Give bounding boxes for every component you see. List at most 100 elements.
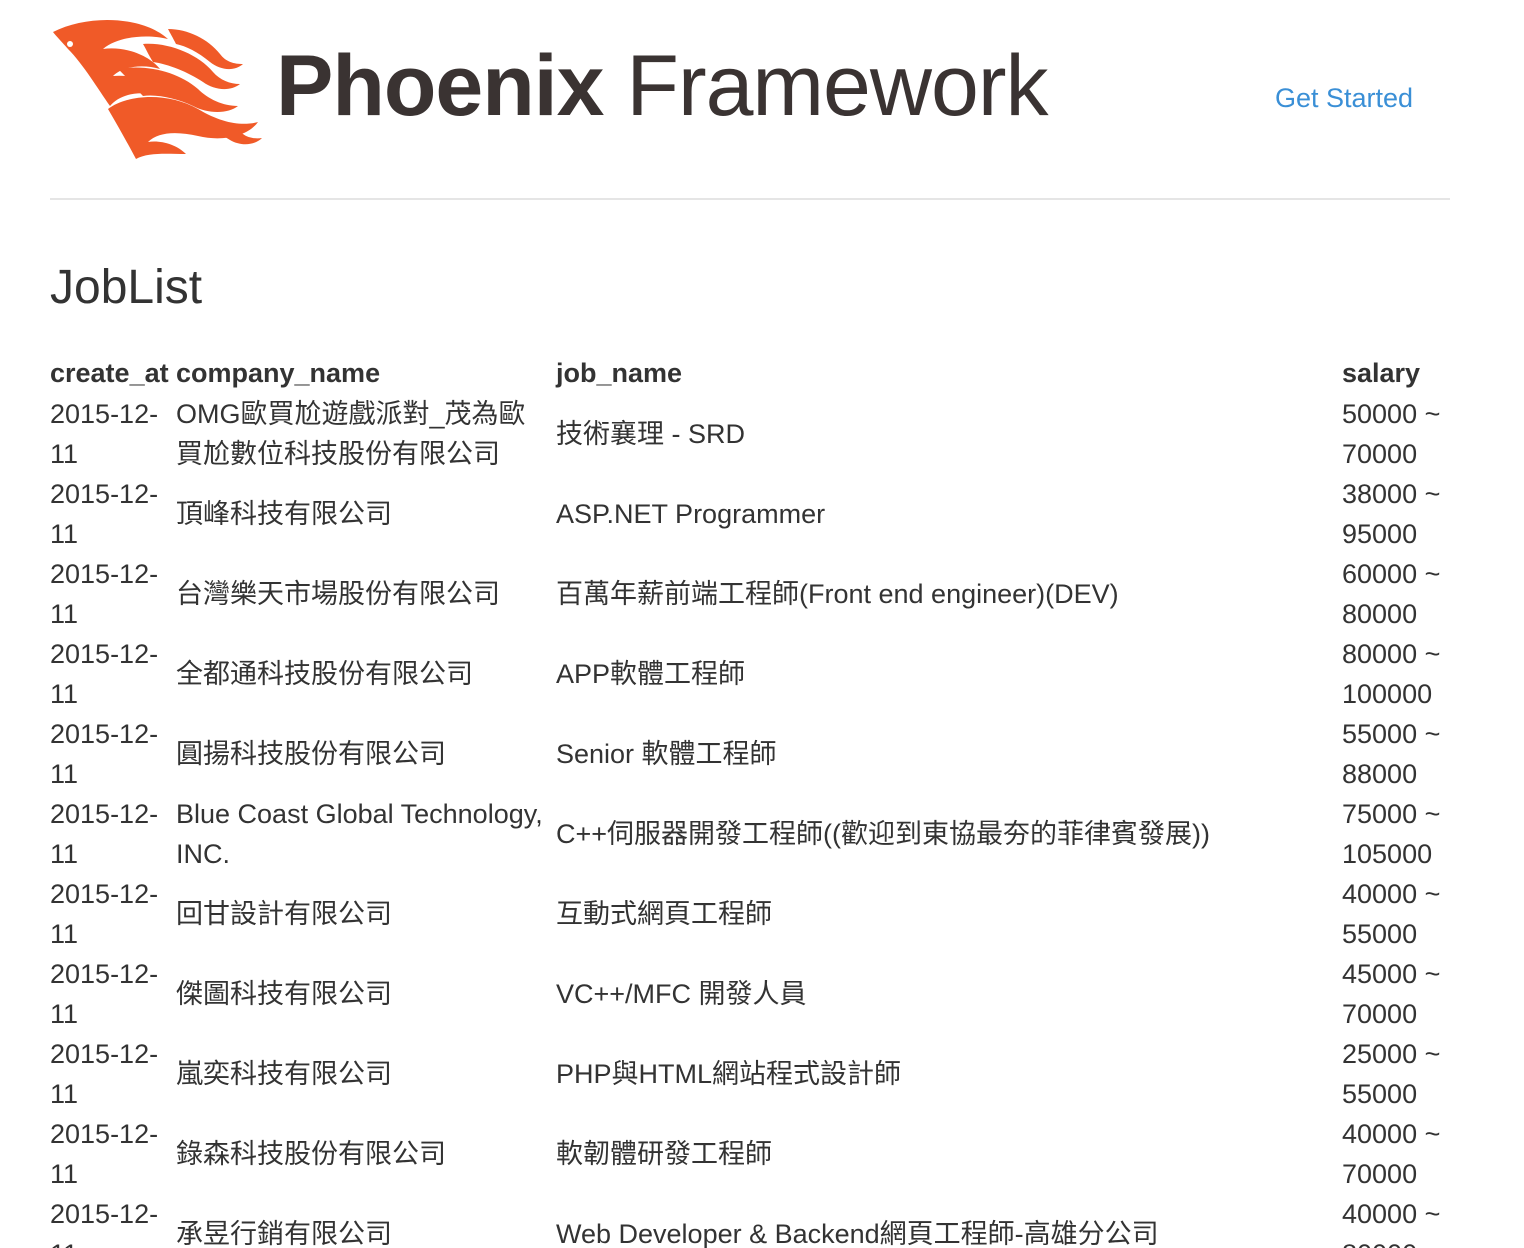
column-header-job-name: job_name	[556, 358, 683, 388]
cell-job-name-cell: Senior 軟體工程師	[556, 714, 1342, 794]
cell-create-at: 2015-12-11	[50, 1199, 159, 1248]
cell-salary-cell: 40000 ~ 55000	[1342, 874, 1452, 954]
cell-company-name: 回甘設計有限公司	[176, 899, 392, 929]
cell-job-name-cell: APP軟體工程師	[556, 634, 1342, 714]
cell-company-name-cell: 嵐奕科技有限公司	[176, 1034, 556, 1114]
cell-create-at: 2015-12-11	[50, 1039, 159, 1109]
phoenix-logo[interactable]: Phoenix Framework	[48, 14, 1108, 164]
cell-job-name-cell: ASP.NET Programmer	[556, 474, 1342, 554]
cell-job-name: Web Developer & Backend網頁工程師-高雄分公司	[556, 1219, 1159, 1248]
cell-salary: 55000 ~ 88000	[1342, 719, 1441, 789]
cell-salary: 60000 ~ 80000	[1342, 559, 1441, 629]
cell-company-name: OMG歐買尬遊戲派對_茂為歐買尬數位科技股份有限公司	[176, 399, 526, 469]
cell-salary: 50000 ~ 70000	[1342, 399, 1441, 469]
table-row: 2015-12-11 台灣樂天市場股份有限公司 百萬年薪前端工程師(Front en…	[50, 554, 1452, 634]
page-title: JobList	[50, 261, 203, 314]
cell-salary: 45000 ~ 70000	[1342, 959, 1441, 1029]
cell-create-at-cell: 2015-12-11	[50, 714, 176, 794]
cell-job-name-cell: Web Developer & Backend網頁工程師-高雄分公司	[556, 1194, 1342, 1248]
cell-create-at: 2015-12-11	[50, 719, 159, 789]
cell-salary-cell: 80000 ~ 100000	[1342, 634, 1452, 714]
cell-salary: 75000 ~ 105000	[1342, 799, 1441, 869]
cell-create-at: 2015-12-11	[50, 399, 159, 469]
cell-company-name: 圓揚科技股份有限公司	[176, 739, 446, 769]
cell-company-name: 承昱行銷有限公司	[176, 1219, 392, 1248]
cell-create-at-cell: 2015-12-11	[50, 394, 176, 474]
table-row: 2015-12-11 回甘設計有限公司 互動式網頁工程師 40000 ~ 55000	[50, 874, 1452, 954]
cell-create-at-cell: 2015-12-11	[50, 1114, 176, 1194]
table-row: 2015-12-11 OMG歐買尬遊戲派對_茂為歐買尬數位科技股份有限公司 技術襄理…	[50, 394, 1452, 474]
table-header: create_at company_name job_name salary	[50, 352, 1452, 394]
cell-job-name: ASP.NET Programmer	[556, 499, 826, 529]
cell-company-name-cell: 錄森科技股份有限公司	[176, 1114, 556, 1194]
cell-create-at-cell: 2015-12-11	[50, 1034, 176, 1114]
cell-job-name-cell: 互動式網頁工程師	[556, 874, 1342, 954]
cell-company-name: Blue Coast Global Technology, INC.	[176, 799, 543, 869]
cell-company-name: 嵐奕科技有限公司	[176, 1059, 392, 1089]
cell-salary-cell: 55000 ~ 88000	[1342, 714, 1452, 794]
cell-company-name: 傑圖科技有限公司	[176, 979, 392, 1009]
cell-salary-cell: 50000 ~ 70000	[1342, 394, 1452, 474]
cell-company-name: 台灣樂天市場股份有限公司	[176, 579, 500, 609]
cell-salary-cell: 25000 ~ 55000	[1342, 1034, 1452, 1114]
job-list-table: create_at company_name job_name salary 2…	[50, 352, 1452, 1248]
cell-create-at: 2015-12-11	[50, 799, 159, 869]
cell-job-name: 技術襄理 - SRD	[556, 419, 745, 449]
cell-salary: 40000 ~ 80000	[1342, 1199, 1441, 1248]
cell-company-name-cell: 傑圖科技有限公司	[176, 954, 556, 1034]
cell-salary-cell: 40000 ~ 70000	[1342, 1114, 1452, 1194]
cell-job-name: VC++/MFC 開發人員	[556, 979, 807, 1009]
cell-create-at-cell: 2015-12-11	[50, 554, 176, 634]
logo-text-bold: Phoenix	[276, 38, 605, 134]
table-row: 2015-12-11 錄森科技股份有限公司 軟韌體研發工程師 40000 ~ 7000…	[50, 1114, 1452, 1194]
table-row: 2015-12-11 Blue Coast Global Technology, …	[50, 794, 1452, 874]
cell-salary-cell: 75000 ~ 105000	[1342, 794, 1452, 874]
cell-company-name-cell: 回甘設計有限公司	[176, 874, 556, 954]
table-row: 2015-12-11 嵐奕科技有限公司 PHP與HTML網站程式設計師 25000 ~…	[50, 1034, 1452, 1114]
table-row: 2015-12-11 圓揚科技股份有限公司 Senior 軟體工程師 55000 ~ …	[50, 714, 1452, 794]
cell-create-at-cell: 2015-12-11	[50, 874, 176, 954]
table-body: 2015-12-11 OMG歐買尬遊戲派對_茂為歐買尬數位科技股份有限公司 技術襄理…	[50, 394, 1452, 1248]
cell-company-name-cell: 承昱行銷有限公司	[176, 1194, 556, 1248]
column-header-company-name: company_name	[176, 358, 381, 388]
cell-job-name-cell: C++伺服器開發工程師((歡迎到東協最夯的菲律賓發展))	[556, 794, 1342, 874]
cell-company-name-cell: 頂峰科技有限公司	[176, 474, 556, 554]
cell-job-name-cell: 技術襄理 - SRD	[556, 394, 1342, 474]
header-divider	[50, 198, 1450, 200]
cell-create-at-cell: 2015-12-11	[50, 474, 176, 554]
cell-salary-cell: 45000 ~ 70000	[1342, 954, 1452, 1034]
cell-job-name-cell: VC++/MFC 開發人員	[556, 954, 1342, 1034]
cell-job-name: 互動式網頁工程師	[556, 899, 772, 929]
cell-salary-cell: 60000 ~ 80000	[1342, 554, 1452, 634]
cell-company-name-cell: OMG歐買尬遊戲派對_茂為歐買尬數位科技股份有限公司	[176, 394, 556, 474]
cell-salary-cell: 38000 ~ 95000	[1342, 474, 1452, 554]
column-header-create-at: create_at	[50, 358, 169, 388]
cell-company-name-cell: 全都通科技股份有限公司	[176, 634, 556, 714]
cell-salary-cell: 40000 ~ 80000	[1342, 1194, 1452, 1248]
cell-salary: 40000 ~ 55000	[1342, 879, 1441, 949]
get-started-link[interactable]: Get Started	[1275, 80, 1413, 116]
cell-salary: 80000 ~ 100000	[1342, 639, 1441, 709]
page-header: Phoenix Framework Get Started	[0, 0, 1524, 200]
cell-create-at: 2015-12-11	[50, 479, 159, 549]
logo-wordmark: Phoenix Framework	[276, 36, 1048, 136]
cell-company-name-cell: 台灣樂天市場股份有限公司	[176, 554, 556, 634]
cell-create-at: 2015-12-11	[50, 1119, 159, 1189]
cell-job-name: Senior 軟體工程師	[556, 739, 777, 769]
cell-job-name: APP軟體工程師	[556, 659, 746, 689]
phoenix-bird-icon	[53, 19, 262, 159]
cell-job-name: C++伺服器開發工程師((歡迎到東協最夯的菲律賓發展))	[556, 819, 1210, 849]
cell-create-at: 2015-12-11	[50, 879, 159, 949]
cell-company-name: 全都通科技股份有限公司	[176, 659, 473, 689]
cell-company-name: 錄森科技股份有限公司	[176, 1139, 446, 1169]
cell-salary: 38000 ~ 95000	[1342, 479, 1441, 549]
table-header-row: create_at company_name job_name salary	[50, 352, 1452, 394]
table-row: 2015-12-11 承昱行銷有限公司 Web Developer & Backen…	[50, 1194, 1452, 1248]
cell-create-at-cell: 2015-12-11	[50, 794, 176, 874]
cell-company-name-cell: 圓揚科技股份有限公司	[176, 714, 556, 794]
cell-job-name: PHP與HTML網站程式設計師	[556, 1059, 902, 1089]
cell-create-at: 2015-12-11	[50, 559, 159, 629]
cell-salary: 25000 ~ 55000	[1342, 1039, 1441, 1109]
cell-job-name-cell: 軟韌體研發工程師	[556, 1114, 1342, 1194]
cell-job-name-cell: 百萬年薪前端工程師(Front end engineer)(DEV)	[556, 554, 1342, 634]
